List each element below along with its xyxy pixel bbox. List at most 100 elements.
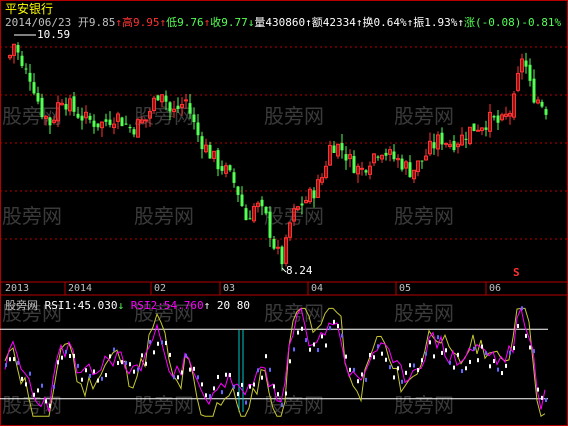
candle-body <box>92 120 96 127</box>
rsi1-mark <box>269 367 271 372</box>
rsi1-mark <box>457 352 459 357</box>
rsi1-mark <box>145 361 147 366</box>
rsi1-mark <box>357 379 359 384</box>
rsi1-mark <box>541 395 543 400</box>
rsi1-mark <box>33 392 35 397</box>
rsi1-mark <box>409 363 411 368</box>
candle-body <box>392 151 396 160</box>
rsi1-mark <box>437 335 439 340</box>
rsi1-mark <box>289 359 291 364</box>
watermark-text: 股旁网 <box>134 393 194 417</box>
rsi1-mark <box>545 398 547 403</box>
candle-body <box>216 150 220 170</box>
candle-body <box>72 96 76 112</box>
candle-body <box>352 156 356 173</box>
candle-body <box>272 238 276 249</box>
candle-body <box>156 95 160 101</box>
rsi1-mark <box>125 360 127 365</box>
close-label: 收 <box>210 16 222 29</box>
rsi1-mark <box>369 352 371 357</box>
rsi1-mark <box>85 368 87 373</box>
candle-body <box>192 114 196 123</box>
sell-signal-marker: S <box>513 266 520 279</box>
candle-body <box>300 203 304 206</box>
rsi1-mark <box>253 382 255 387</box>
rsi1-mark <box>397 366 399 371</box>
candle-body <box>208 144 212 159</box>
rsi1-mark <box>193 366 195 371</box>
candle-body <box>400 158 404 170</box>
rsi1-mark <box>201 382 203 387</box>
rsi1-mark <box>237 392 239 397</box>
rsi1-mark <box>405 370 407 375</box>
candle-body <box>472 123 476 132</box>
rsi1-mark <box>401 379 403 384</box>
rsi1-mark <box>93 369 95 374</box>
rsi1-mark <box>537 387 539 392</box>
rsi1-mark <box>101 376 103 381</box>
rsi1-mark <box>69 354 71 359</box>
candle-body <box>476 129 480 132</box>
rsi1-mark <box>121 360 123 365</box>
watermark-text: 股旁网 <box>134 104 194 128</box>
rsi1-mark <box>521 306 523 311</box>
rsi1-mark <box>97 378 99 383</box>
rsi1-mark <box>313 342 315 347</box>
rsi1-mark <box>377 344 379 349</box>
candle-body <box>244 208 248 221</box>
candle-body <box>376 156 380 158</box>
rsi1-mark <box>189 367 191 372</box>
rsi1-mark <box>481 344 483 349</box>
rsi1-mark <box>221 390 223 395</box>
candle-body <box>32 82 36 94</box>
rsi1-mark <box>353 367 355 372</box>
candle-body <box>332 145 336 153</box>
rsi1-mark <box>165 340 167 345</box>
candle-body <box>432 142 436 149</box>
candle-body <box>236 186 240 195</box>
stock-chart[interactable]: 股旁网 股旁网 股旁网 股旁网 股旁网 股旁网 股旁网 股旁网 股旁网 股旁网 股旁网 股旁网 股旁网股… <box>0 0 568 426</box>
rsi1-mark <box>49 403 51 408</box>
rsi1-mark <box>161 340 163 345</box>
arrow-up-icon: ↑ <box>115 16 122 29</box>
rsi1-mark <box>37 388 39 393</box>
rsi1-mark <box>149 339 151 344</box>
rsi1-mark <box>453 365 455 370</box>
rsi1-mark <box>177 375 179 380</box>
rsi1-mark <box>257 368 259 373</box>
candle-body <box>452 141 456 151</box>
rsi1-mark <box>53 384 55 389</box>
candle-body <box>168 102 172 112</box>
rsi1-mark <box>413 363 415 368</box>
chart-canvas[interactable]: 股旁网 股旁网 股旁网 股旁网股旁网 股旁网 股旁网 股旁网股旁网 股旁网 股旁网 股旁网股旁网股… <box>0 0 568 426</box>
rsi1-mark <box>181 370 183 375</box>
rsi-param2: 80 <box>236 299 250 312</box>
rsi1-mark <box>385 357 387 362</box>
rsi1-mark <box>513 346 515 351</box>
candle-body <box>384 152 388 156</box>
candle-body <box>540 101 544 107</box>
open-label: 开 <box>77 16 89 29</box>
candle-body <box>88 115 92 120</box>
candle-body <box>268 211 272 238</box>
rsi1-mark <box>533 349 535 354</box>
watermark-text: 股旁网 <box>264 104 324 128</box>
rsi1-mark <box>89 373 91 378</box>
rsi1-mark <box>61 355 63 360</box>
rsi1-mark <box>25 382 27 387</box>
rsi1-mark <box>157 341 159 346</box>
candle-body <box>28 72 32 82</box>
rsi1-mark <box>77 363 79 368</box>
rsi1-mark <box>349 367 351 372</box>
candle-body <box>544 109 548 115</box>
max-price-marker: 10.59 <box>37 28 71 41</box>
rsi1-mark <box>153 350 155 355</box>
candle-body <box>260 199 264 207</box>
rsi1-mark <box>517 323 519 328</box>
rsi1-mark <box>393 375 395 380</box>
candle-body <box>108 119 112 125</box>
rsi1-mark <box>333 319 335 324</box>
candle-body <box>128 126 132 129</box>
candle-body <box>104 119 108 122</box>
candle-body <box>340 143 344 151</box>
